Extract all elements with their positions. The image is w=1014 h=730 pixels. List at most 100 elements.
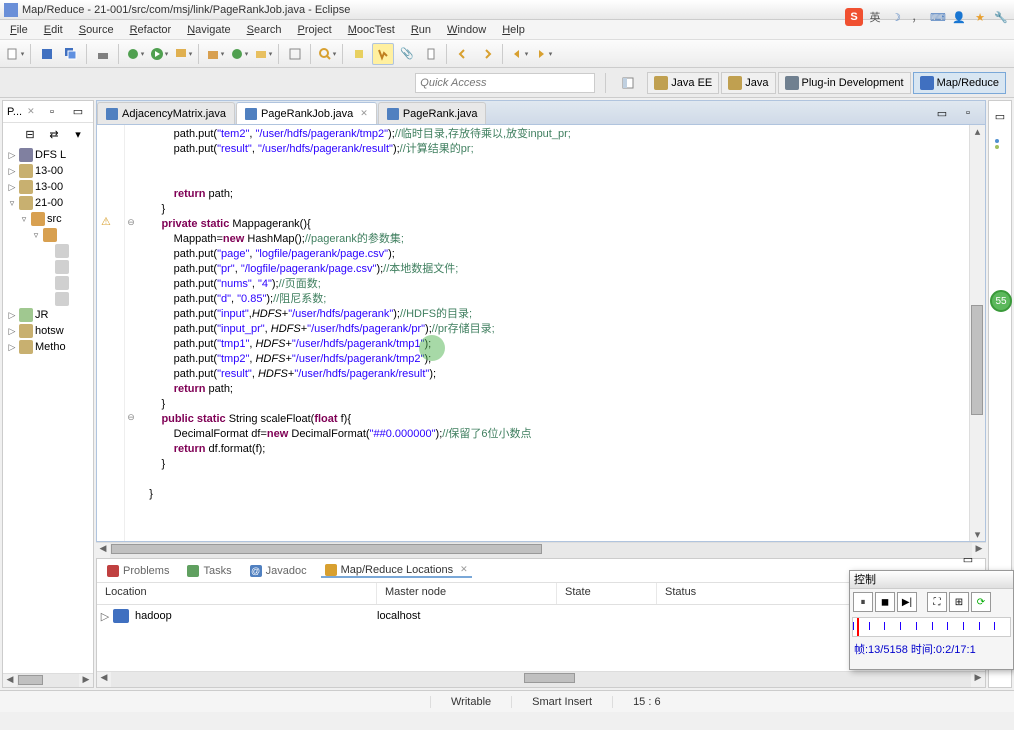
bottom-tab-map-reduce-locations[interactable]: Map/Reduce Locations✕ [321,564,472,578]
new-class-button[interactable]: ▾ [228,43,250,65]
tree-item[interactable]: ▷hotsw [5,323,91,339]
save-all-button[interactable] [60,43,82,65]
stop-button[interactable]: ◼ [875,592,895,612]
tree-item[interactable]: ▷DFS L [5,147,91,163]
task-button[interactable] [420,43,442,65]
editor-vscroll[interactable]: ▴ ▾ [969,125,985,541]
tree-item[interactable]: ▷JR [5,307,91,323]
keyboard-icon[interactable]: ⌨ [929,8,947,26]
menu-navigate[interactable]: Navigate [179,22,238,38]
open-type-button[interactable] [284,43,306,65]
tree-item[interactable]: ▿src [5,211,91,227]
perspective-map-reduce[interactable]: Map/Reduce [913,72,1006,94]
tree-item[interactable] [5,275,91,291]
code-editor[interactable]: path.put("tem2", "/user/hdfs/pagerank/tm… [137,125,969,541]
menu-help[interactable]: Help [494,22,533,38]
external-button[interactable]: ▾ [172,43,194,65]
restore-view-button[interactable]: ▭ [989,105,1011,127]
minimize-editor-button[interactable]: ▭ [931,102,953,124]
menu-search[interactable]: Search [239,22,290,38]
new-button[interactable]: ▾ [4,43,26,65]
zoom-button[interactable]: ⛶ [927,592,947,612]
status-position: 15 : 6 [612,696,681,708]
save-button[interactable] [36,43,58,65]
minimize-button[interactable]: ▭ [67,101,89,123]
fit-button[interactable]: ⊞ [949,592,969,612]
ime-lang[interactable]: 英 [866,8,884,26]
menu-mooctest[interactable]: MoocTest [340,22,403,38]
bottom-tab-problems[interactable]: Problems [103,565,173,577]
wrench-icon[interactable]: 🔧 [992,8,1010,26]
tree-item[interactable] [5,291,91,307]
editor-tab[interactable]: AdjacencyMatrix.java [97,102,235,124]
outline-icon[interactable] [989,133,1011,155]
panel-menu-button[interactable]: ▾ [67,123,89,145]
tree-item[interactable]: ▿21-00 [5,195,91,211]
step-button[interactable]: ▶| [897,592,917,612]
menu-edit[interactable]: Edit [36,22,71,38]
star-icon[interactable]: ★ [971,8,989,26]
editor-tabs: AdjacencyMatrix.javaPageRankJob.java✕Pag… [96,100,986,124]
perspective-plug-in-development[interactable]: Plug-in Development [778,72,911,94]
collapse-all-button[interactable]: ⊟ [19,123,41,145]
status-writable: Writable [430,696,511,708]
bottom-hscroll[interactable]: ◀ ▶ [97,671,985,687]
comma-icon[interactable]: ， [908,8,926,26]
quick-access-input[interactable] [415,73,595,93]
run-button[interactable]: ▾ [148,43,170,65]
play-pause-button[interactable]: ⏸ [853,592,873,612]
column-header[interactable]: Master node [377,583,557,604]
menu-refactor[interactable]: Refactor [122,22,180,38]
new-package-button[interactable]: ▾ [204,43,226,65]
perspective-java-ee[interactable]: Java EE [647,72,719,94]
tree-item[interactable]: ▷13-00 [5,163,91,179]
menu-run[interactable]: Run [403,22,439,38]
app-icon [4,3,18,17]
column-header[interactable]: Location [97,583,377,604]
menu-window[interactable]: Window [439,22,494,38]
menu-project[interactable]: Project [290,22,340,38]
toggle-mark-button[interactable] [372,43,394,65]
tree-item[interactable] [5,259,91,275]
menu-file[interactable]: File [2,22,36,38]
floating-badge[interactable]: 55 [990,290,1012,312]
ime-icon[interactable]: S [845,8,863,26]
editor-hscroll[interactable]: ◀ ▶ [96,542,986,558]
tree-item[interactable]: ▷13-00 [5,179,91,195]
editor-tab[interactable]: PageRank.java [378,102,487,124]
pin-button[interactable]: 📎 [396,43,418,65]
build-button[interactable] [92,43,114,65]
menu-source[interactable]: Source [71,22,122,38]
control-panel[interactable]: 控制 ⏸ ◼ ▶| ⛶ ⊞ ⟳ 帧:13/5158 时间:0:2/17:1 [849,570,1014,670]
control-panel-title: 控制 [850,571,1013,589]
fold-gutter[interactable]: ⊖⊖ [125,125,137,541]
editor-tab[interactable]: PageRankJob.java✕ [236,102,377,124]
perspective-java[interactable]: Java [721,72,775,94]
ime-tray: S 英 ☽ ， ⌨ 👤 ★ 🔧 [841,6,1014,28]
record-button[interactable]: ⟳ [971,592,991,612]
prev-edit-button[interactable] [452,43,474,65]
view-menu-button[interactable]: ▫ [41,101,63,123]
timeline[interactable] [852,617,1011,637]
back-button[interactable]: ▾ [508,43,530,65]
person-icon[interactable]: 👤 [950,8,968,26]
tree-item[interactable]: ▷Metho [5,339,91,355]
next-edit-button[interactable] [476,43,498,65]
new-folder-button[interactable]: ▾ [252,43,274,65]
project-tree[interactable]: ▷DFS L▷13-00▷13-00▿21-00▿src▿▷JR▷hotsw▷M… [3,145,93,673]
column-header[interactable]: State [557,583,657,604]
moon-icon[interactable]: ☽ [887,8,905,26]
open-perspective-button[interactable] [617,72,639,94]
bottom-tab-javadoc[interactable]: @Javadoc [246,565,311,577]
panel-tab[interactable]: P... ✕ [7,106,35,118]
tree-item[interactable]: ▿ [5,227,91,243]
search-button[interactable]: ▾ [316,43,338,65]
link-editor-button[interactable]: ⇄ [43,123,65,145]
debug-button[interactable]: ▾ [124,43,146,65]
maximize-editor-button[interactable]: ▫ [957,102,979,124]
hscroll[interactable]: ◀ ▶ [3,673,93,687]
bottom-tab-tasks[interactable]: Tasks [183,565,235,577]
annotation-button[interactable] [348,43,370,65]
forward-button[interactable]: ▾ [532,43,554,65]
tree-item[interactable] [5,243,91,259]
